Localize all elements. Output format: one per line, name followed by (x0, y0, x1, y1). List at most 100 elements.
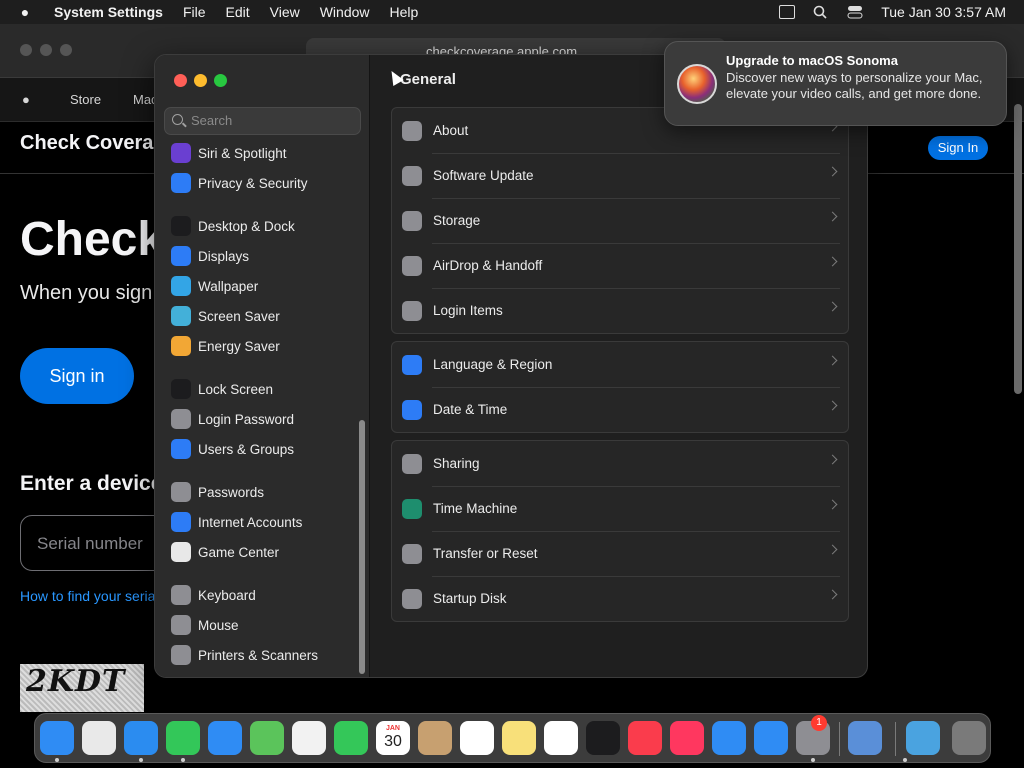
menu-file[interactable]: File (183, 4, 206, 20)
reset-icon (402, 543, 422, 564)
sidebar-item-screen-saver[interactable]: Screen Saver (171, 303, 280, 329)
menu-bar: ● System Settings File Edit View Window … (0, 0, 1024, 24)
finder-icon[interactable] (40, 721, 74, 755)
key-icon (171, 482, 191, 502)
close-button[interactable] (174, 74, 187, 87)
calendar-icon (402, 399, 422, 420)
sidebar-scrollbar[interactable] (359, 420, 365, 674)
notification-title: Upgrade to macOS Sonoma (726, 53, 898, 68)
safari-icon[interactable] (124, 721, 158, 755)
mail-icon[interactable] (208, 721, 242, 755)
notes-icon[interactable] (502, 721, 536, 755)
dock-separator (895, 722, 896, 756)
photos-icon[interactable] (292, 721, 326, 755)
apple-menu-icon[interactable]: ● (14, 4, 36, 20)
sidebar-item-wallpaper[interactable]: Wallpaper (171, 273, 258, 299)
sidebar-item-game-center[interactable]: Game Center (171, 539, 279, 565)
how-to-find-serial-link[interactable]: How to find your seria (20, 588, 155, 604)
screensaver-icon (171, 306, 191, 326)
minimize-button[interactable] (194, 74, 207, 87)
row-airdrop-handoff[interactable]: AirDrop & Handoff (392, 243, 848, 288)
sidebar-item-label: Internet Accounts (198, 514, 303, 530)
sidebar-item-login-password[interactable]: Login Password (171, 406, 294, 432)
sidebar-item-printers-scanners[interactable]: Printers & Scanners (171, 642, 318, 668)
tv-icon[interactable] (586, 721, 620, 755)
reminders-icon[interactable] (460, 721, 494, 755)
sidebar-item-keyboard[interactable]: Keyboard (171, 582, 256, 608)
header-sign-in-button[interactable]: Sign In (928, 136, 988, 160)
browser-scrollbar[interactable] (1014, 104, 1022, 394)
sidebar-item-lock-screen[interactable]: Lock Screen (171, 376, 273, 402)
screen-mirroring-icon[interactable] (779, 5, 796, 19)
row-sharing[interactable]: Sharing (392, 441, 848, 486)
row-software-update[interactable]: Software Update (392, 153, 848, 198)
freeform-icon[interactable] (544, 721, 578, 755)
printer-icon (171, 645, 191, 665)
row-date-time[interactable]: Date & Time (392, 387, 848, 432)
flower-icon (171, 276, 191, 296)
chevron-right-icon (827, 211, 838, 222)
contacts-icon[interactable] (418, 721, 452, 755)
menu-view[interactable]: View (270, 4, 300, 20)
search-icon (172, 114, 183, 125)
maps-icon[interactable] (250, 721, 284, 755)
chevron-right-icon (827, 301, 838, 312)
nav-store[interactable]: Store (70, 92, 101, 107)
menu-help[interactable]: Help (390, 4, 419, 20)
downloads-icon[interactable] (906, 721, 940, 755)
disk-icon (402, 588, 422, 609)
calendar-month: JAN (385, 725, 400, 732)
row-transfer-or-reset[interactable]: Transfer or Reset (392, 531, 848, 576)
row-label: AirDrop & Handoff (433, 258, 543, 273)
menu-app-name[interactable]: System Settings (54, 4, 163, 20)
sidebar-item-users-groups[interactable]: Users & Groups (171, 436, 294, 462)
sidebar-item-displays[interactable]: Displays (171, 243, 249, 269)
news-icon[interactable] (670, 721, 704, 755)
chevron-right-icon (827, 589, 838, 600)
control-center-icon[interactable] (847, 5, 863, 19)
sidebar-item-energy-saver[interactable]: Energy Saver (171, 333, 280, 359)
apple-logo-icon[interactable]: ● (22, 92, 30, 107)
browser-zoom-button[interactable] (60, 44, 72, 56)
sign-in-button[interactable]: Sign in (20, 348, 134, 404)
row-startup-disk[interactable]: Startup Disk (392, 576, 848, 621)
sidebar-item-label: Mouse (198, 617, 239, 633)
music-icon[interactable] (628, 721, 662, 755)
messages-icon[interactable] (166, 721, 200, 755)
sidebar-search-input[interactable]: Search (164, 107, 361, 135)
row-label: About (433, 123, 469, 138)
row-storage[interactable]: Storage (392, 198, 848, 243)
sidebar-item-desktop-dock[interactable]: Desktop & Dock (171, 213, 295, 239)
browser-minimize-button[interactable] (40, 44, 52, 56)
sidebar-item-siri-spotlight[interactable]: Siri & Spotlight (171, 140, 287, 166)
trash-icon[interactable] (952, 721, 986, 755)
sidebar-item-privacy-security[interactable]: Privacy & Security (171, 170, 308, 196)
keynote-icon[interactable] (712, 721, 746, 755)
sidebar-item-mouse[interactable]: Mouse (171, 612, 239, 638)
general-pane: General About Software Update Storage AirDr… (370, 55, 867, 677)
appstore-icon[interactable] (754, 721, 788, 755)
browser-close-button[interactable] (20, 44, 32, 56)
sidebar-item-label: Printers & Scanners (198, 647, 319, 663)
lock-icon (171, 409, 191, 429)
chevron-right-icon (827, 544, 838, 555)
menu-window[interactable]: Window (320, 4, 370, 20)
finder2-icon[interactable] (848, 721, 882, 755)
zoom-button[interactable] (214, 74, 227, 87)
spotlight-search-icon[interactable] (813, 5, 829, 19)
row-login-items[interactable]: Login Items (392, 288, 848, 333)
row-language-region[interactable]: Language & Region (392, 342, 848, 387)
sidebar-item-internet-accounts[interactable]: Internet Accounts (171, 509, 302, 535)
menubar-clock[interactable]: Tue Jan 30 3:57 AM (881, 4, 1006, 20)
chevron-right-icon (827, 355, 838, 366)
menu-edit[interactable]: Edit (226, 4, 250, 20)
upgrade-notification[interactable]: Upgrade to macOS Sonoma Discover new way… (664, 41, 1007, 126)
mouse-icon (171, 615, 191, 635)
gear-icon (402, 165, 422, 186)
chevron-right-icon (827, 454, 838, 465)
facetime-icon[interactable] (334, 721, 368, 755)
row-time-machine[interactable]: Time Machine (392, 486, 848, 531)
launchpad-icon[interactable] (82, 721, 116, 755)
sidebar-item-passwords[interactable]: Passwords (171, 479, 264, 505)
calendar-icon[interactable]: JAN 30 (376, 721, 410, 755)
